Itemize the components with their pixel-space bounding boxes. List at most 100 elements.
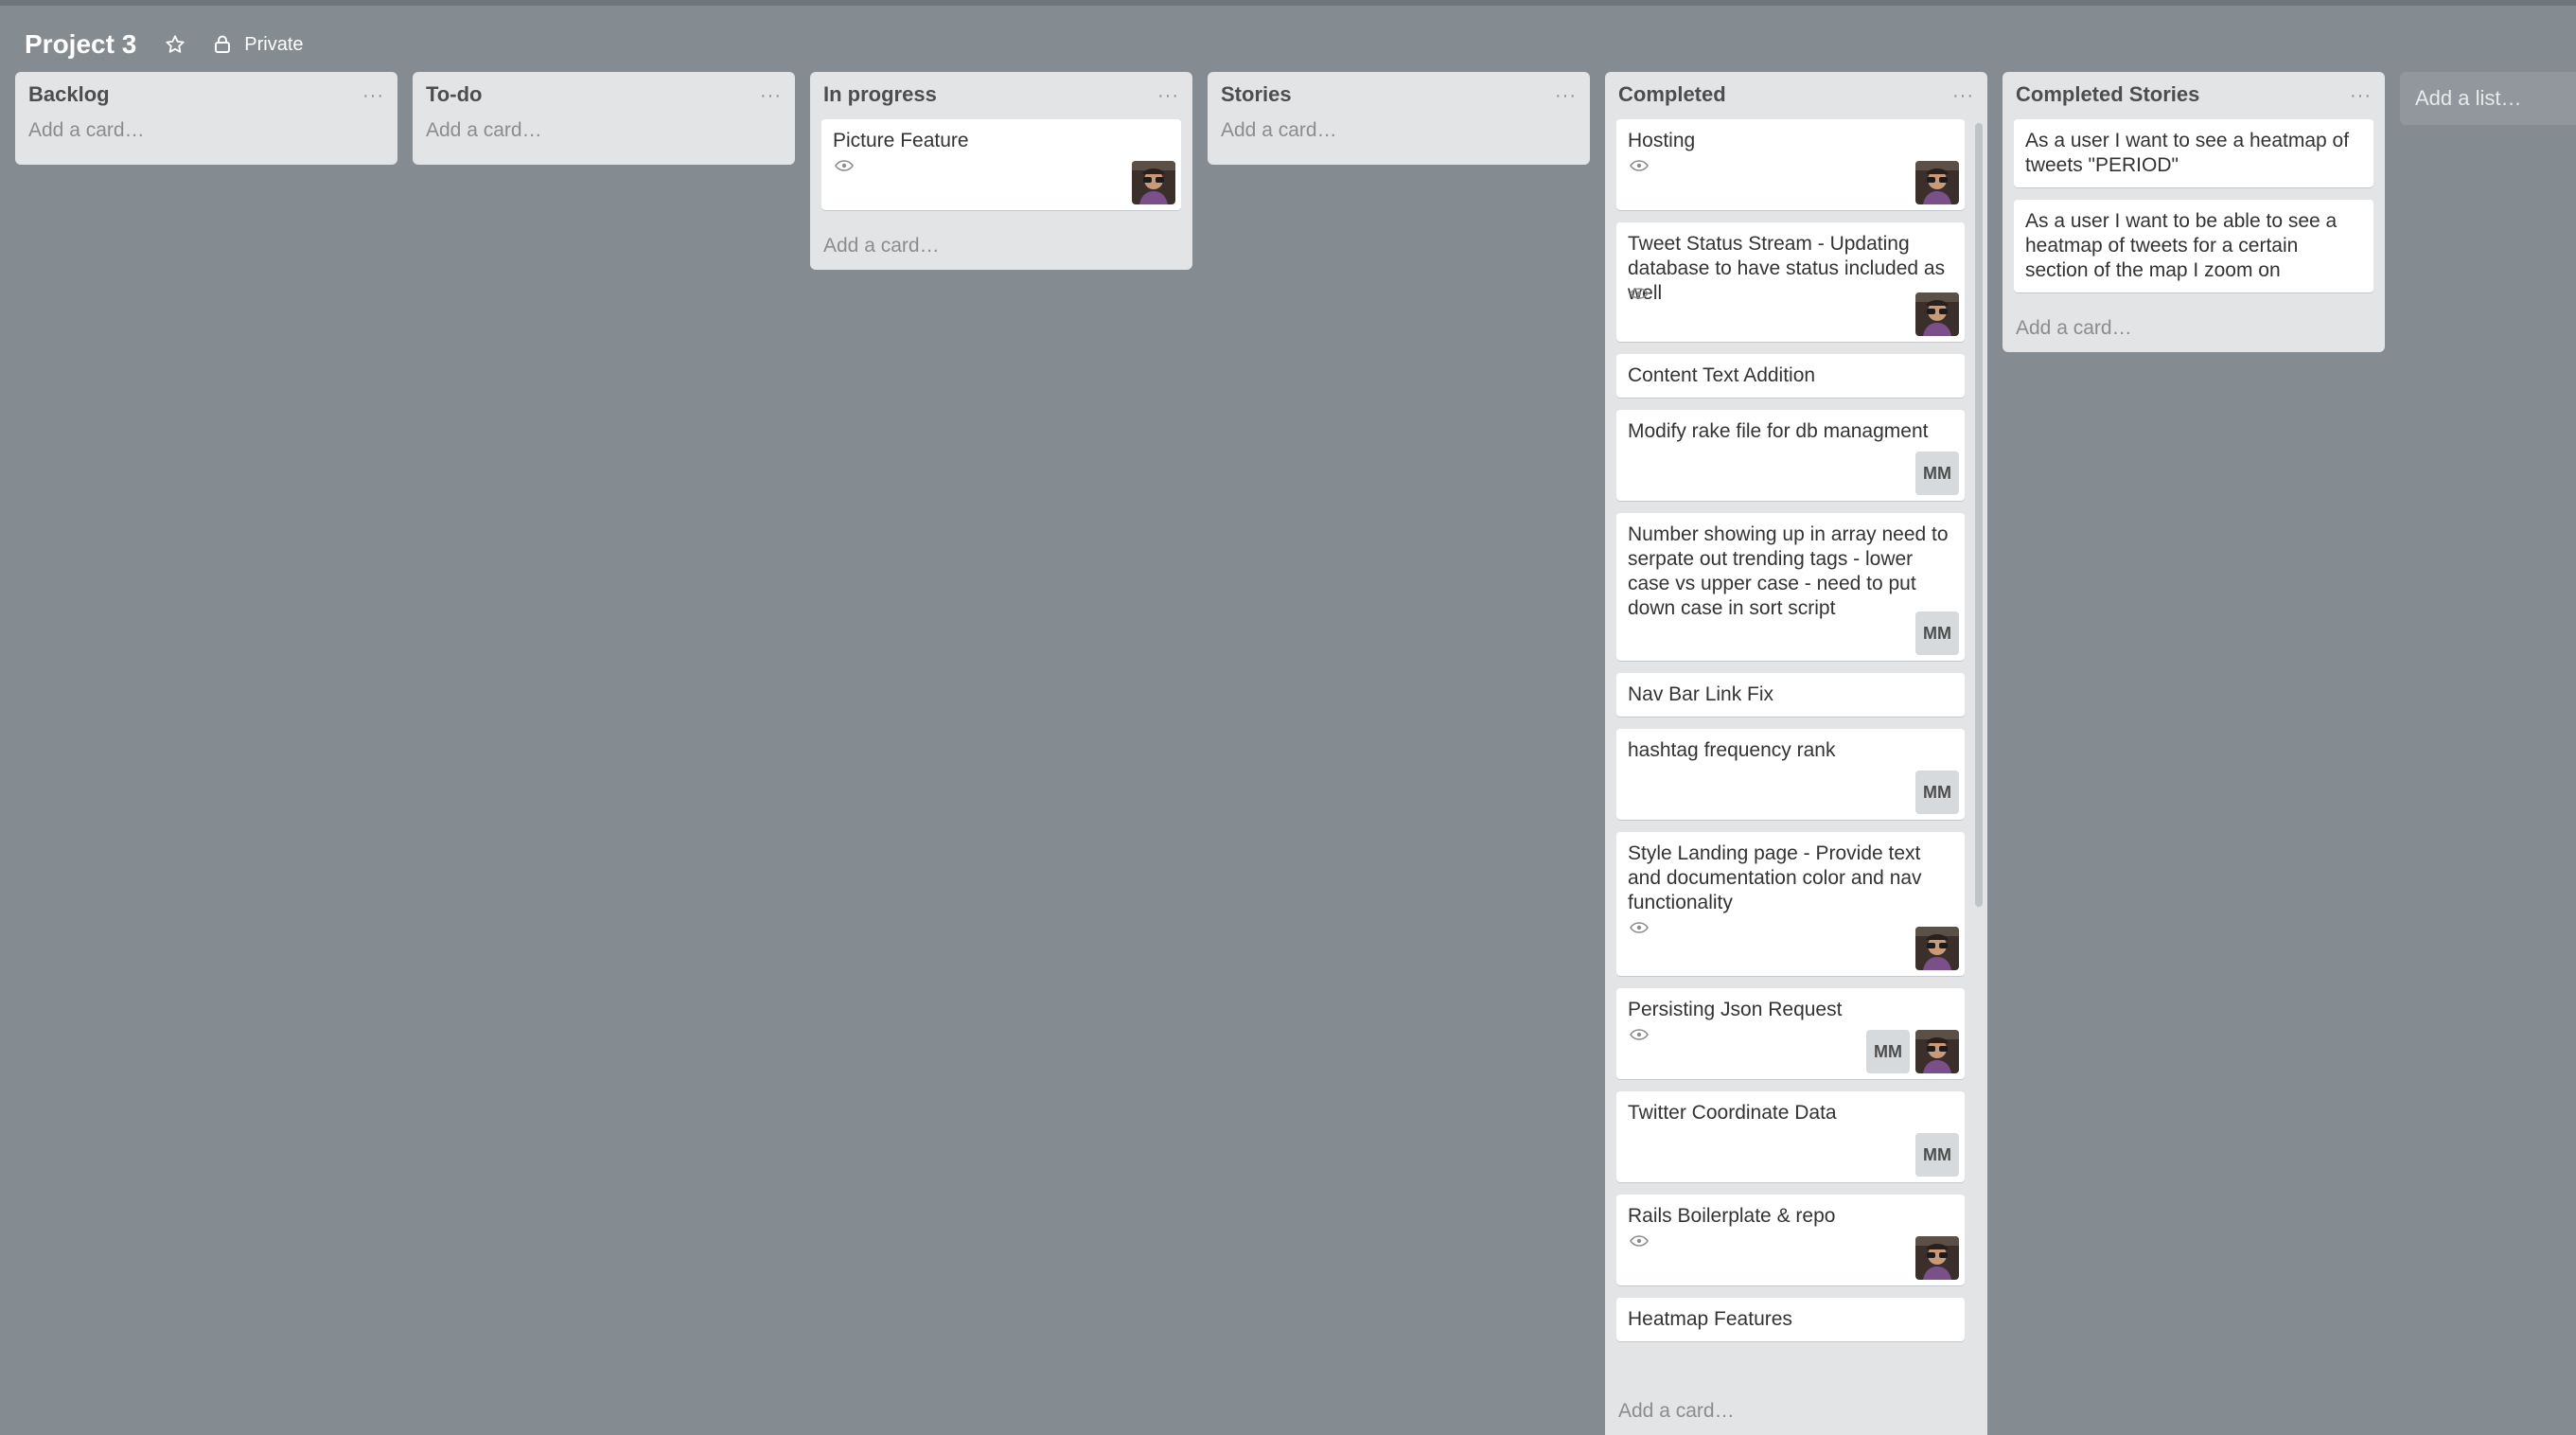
list-menu-icon[interactable]: ···: [760, 85, 782, 107]
card-title: Tweet Status Stream - Updating database …: [1628, 233, 1946, 304]
list-header: In progress ···: [810, 72, 1192, 119]
card-members: [1915, 161, 1959, 204]
visibility-button[interactable]: Private: [214, 33, 304, 56]
card-members: MM: [1915, 611, 1959, 655]
add-card-button[interactable]: Add a card…: [810, 222, 1192, 270]
list-title[interactable]: Backlog: [28, 82, 110, 107]
card[interactable]: Hosting: [1616, 119, 1965, 210]
list-title[interactable]: Completed: [1618, 82, 1726, 107]
card-title: As a user I want to be able to see a hea…: [2025, 210, 2338, 281]
list-menu-icon[interactable]: ···: [1952, 85, 1974, 107]
list-menu-icon[interactable]: ···: [1157, 85, 1179, 107]
card[interactable]: Nav Bar Link Fix: [1616, 673, 1965, 717]
list-title[interactable]: Stories: [1221, 82, 1292, 107]
watch-icon: [1630, 1234, 1650, 1248]
member-avatar-photo[interactable]: [1915, 161, 1959, 204]
card-members: MM: [1915, 1133, 1959, 1177]
card-title: Modify rake file for db managment: [1628, 420, 1929, 442]
visibility-label: Private: [244, 33, 304, 55]
card-title: Rails Boilerplate & repo: [1628, 1205, 1836, 1227]
list-header: To-do ···: [413, 72, 795, 119]
add-card-button[interactable]: Add a card…: [15, 112, 397, 165]
lock-icon: [214, 34, 235, 55]
member-avatar-initials[interactable]: MM: [1915, 1133, 1959, 1177]
member-avatar-photo[interactable]: [1915, 927, 1959, 970]
card-title: hashtag frequency rank: [1628, 739, 1836, 761]
card-members: MM: [1915, 452, 1959, 495]
list-completed-stories: Completed Stories ··· As a user I want to …: [2003, 72, 2385, 352]
member-avatar-initials[interactable]: MM: [1915, 611, 1959, 655]
add-list-button[interactable]: Add a list…: [2400, 72, 2576, 125]
card[interactable]: Rails Boilerplate & repo: [1616, 1195, 1965, 1285]
card[interactable]: Twitter Coordinate Data MM: [1616, 1091, 1965, 1182]
card-members: MM: [1915, 771, 1959, 814]
star-icon[interactable]: [163, 32, 187, 57]
card[interactable]: Content Text Addition: [1616, 354, 1965, 398]
board-header: Project 3 Private: [25, 21, 304, 68]
list-to-do: To-do ··· Add a card…: [413, 72, 795, 165]
card-title: Picture Feature: [833, 130, 969, 151]
card[interactable]: Style Landing page - Provide text and do…: [1616, 832, 1965, 976]
member-avatar-initials[interactable]: MM: [1866, 1030, 1910, 1073]
watch-icon: [1630, 921, 1650, 934]
card-title: Heatmap Features: [1628, 1308, 1792, 1330]
card[interactable]: As a user I want to be able to see a hea…: [2014, 200, 2373, 292]
scrollbar-thumb[interactable]: [1975, 123, 1983, 907]
top-strip: [0, 0, 2576, 6]
card[interactable]: Modify rake file for db managment MM: [1616, 410, 1965, 501]
member-avatar-initials[interactable]: MM: [1915, 452, 1959, 495]
watch-icon: [1630, 159, 1650, 172]
completed-cards-scroll[interactable]: Hosting Tweet Status Stream - Updating da…: [1605, 119, 1987, 1369]
list-menu-icon[interactable]: ···: [362, 85, 384, 107]
card[interactable]: Picture Feature: [821, 119, 1181, 210]
card-title: Style Landing page - Provide text and do…: [1628, 842, 1922, 913]
card[interactable]: hashtag frequency rank MM: [1616, 729, 1965, 820]
card-title: Content Text Addition: [1628, 364, 1816, 386]
card-members: [1915, 927, 1959, 970]
card-title: As a user I want to see a heatmap of twe…: [2025, 130, 2350, 176]
list-cards: Hosting Tweet Status Stream - Updating da…: [1605, 119, 1987, 1341]
member-avatar-photo[interactable]: [1915, 1236, 1959, 1280]
card-members: MM: [1866, 1030, 1959, 1073]
card[interactable]: Number showing up in array need to serpa…: [1616, 513, 1965, 661]
list-menu-icon[interactable]: ···: [1555, 85, 1577, 107]
list-stories: Stories ··· Add a card…: [1208, 72, 1590, 165]
card-title: Number showing up in array need to serpa…: [1628, 523, 1949, 619]
watch-icon: [1630, 287, 1650, 300]
card[interactable]: Tweet Status Stream - Updating database …: [1616, 222, 1965, 342]
member-avatar-photo[interactable]: [1915, 292, 1959, 336]
card-title: Nav Bar Link Fix: [1628, 683, 1774, 705]
watch-icon: [1630, 1028, 1650, 1041]
list-header: Completed Stories ···: [2003, 72, 2385, 119]
list-title[interactable]: Completed Stories: [2016, 82, 2199, 107]
list-completed: Completed ··· Hosting Tweet Status Stream -…: [1605, 72, 1987, 1435]
add-card-button[interactable]: Add a card…: [1208, 112, 1590, 165]
card-title: Hosting: [1628, 130, 1696, 151]
list-title[interactable]: To-do: [426, 82, 482, 107]
add-card-button[interactable]: Add a card…: [413, 112, 795, 165]
board-title[interactable]: Project 3: [25, 29, 136, 60]
member-avatar-initials[interactable]: MM: [1915, 771, 1959, 814]
list-menu-icon[interactable]: ···: [2350, 85, 2372, 107]
card-members: [1915, 1236, 1959, 1280]
add-card-button[interactable]: Add a card…: [1605, 1388, 1987, 1435]
card-title: Twitter Coordinate Data: [1628, 1102, 1837, 1124]
list-title[interactable]: In progress: [823, 82, 937, 107]
card[interactable]: Persisting Json Request MM: [1616, 988, 1965, 1079]
list-cards: Picture Feature: [810, 119, 1192, 210]
add-card-button[interactable]: Add a card…: [2003, 305, 2385, 352]
list-cards: As a user I want to see a heatmap of twe…: [2003, 119, 2385, 292]
list-header: Stories ···: [1208, 72, 1590, 119]
list-header: Completed ···: [1605, 72, 1987, 119]
watch-icon: [835, 159, 856, 172]
card[interactable]: Heatmap Features: [1616, 1298, 1965, 1341]
card[interactable]: As a user I want to see a heatmap of twe…: [2014, 119, 2373, 187]
list-in-progress: In progress ··· Picture Feature Add a card…: [810, 72, 1192, 270]
member-avatar-photo[interactable]: [1915, 1030, 1959, 1073]
card-members: [1915, 292, 1959, 336]
card-title: Persisting Json Request: [1628, 999, 1843, 1020]
list-header: Backlog ···: [15, 72, 397, 119]
list-backlog: Backlog ··· Add a card…: [15, 72, 397, 165]
card-members: [1132, 161, 1175, 204]
member-avatar-photo[interactable]: [1132, 161, 1175, 204]
